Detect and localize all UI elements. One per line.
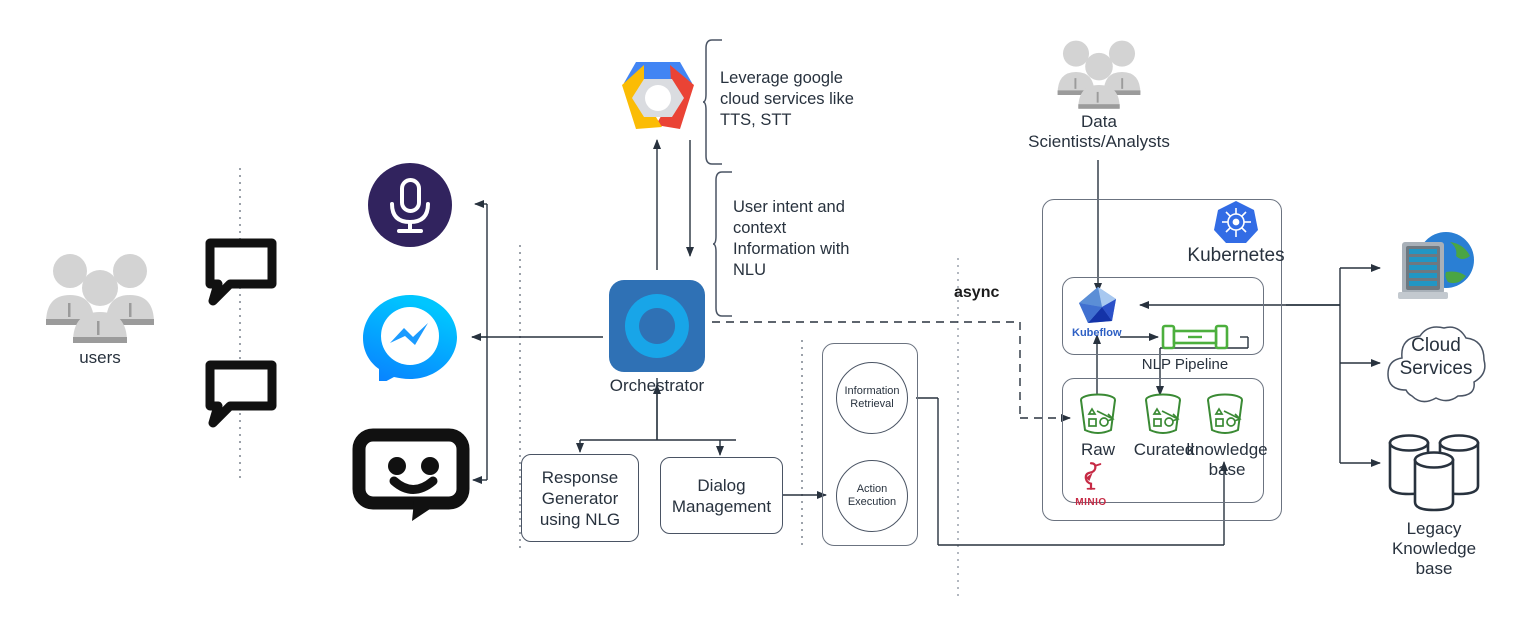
- cloud-services-label: Cloud Services: [1399, 335, 1473, 379]
- database-cylinders-icon: [1388, 434, 1480, 512]
- users-actor: [40, 245, 160, 345]
- channel-chatbot[interactable]: [352, 428, 472, 523]
- data-scientists-label: Data Scientists/Analysts: [1028, 112, 1170, 151]
- google-cloud-icon: [622, 62, 694, 129]
- nlp-pipeline-label: NLP Pipeline: [1141, 356, 1229, 373]
- minio-provider: MINIO: [1062, 460, 1120, 508]
- action-execution-node[interactable]: Action Execution: [836, 460, 908, 532]
- legacy-kb-node[interactable]: [1382, 428, 1487, 518]
- kubeflow-icon: [1079, 287, 1116, 323]
- microphone-icon: [368, 163, 452, 247]
- alexa-ring-icon: [609, 280, 705, 372]
- people-group-icon: [46, 254, 154, 343]
- speech-bubble-icon: [205, 360, 277, 428]
- async-label: async: [954, 284, 1000, 301]
- gcp-annotation-text: Leverage google cloud services like TTS,…: [720, 69, 854, 129]
- bucket-icon: [1207, 393, 1243, 434]
- nlu-annotation-text: User intent and context Information with…: [733, 198, 850, 279]
- bucket-icon: [1080, 393, 1116, 434]
- speech-bubble-top: [205, 238, 277, 306]
- users-label: users: [79, 348, 121, 367]
- bucket-raw-label: Raw: [1080, 440, 1115, 459]
- kubeflow-node[interactable]: [1076, 285, 1120, 327]
- channel-messenger[interactable]: [358, 293, 463, 385]
- data-scientists-actor: [1053, 32, 1145, 112]
- pipeline-node-icon-wrap: [1160, 323, 1240, 351]
- kubernetes-icon: [1214, 201, 1258, 243]
- orchestrator-label: Orchestrator: [609, 376, 705, 395]
- speech-bubble-icon: [205, 238, 277, 306]
- kubeflow-label: Kubeflow: [1072, 327, 1122, 339]
- legacy-kb-label: Legacy Knowledge base: [1391, 519, 1477, 578]
- response-generator-box[interactable]: Response Generator using NLG: [521, 454, 639, 542]
- bucket-icon: [1145, 393, 1181, 434]
- bucket-curated[interactable]: [1140, 392, 1186, 438]
- dialog-management-box[interactable]: Dialog Management: [660, 457, 783, 534]
- minio-flamingo-icon: [1084, 462, 1102, 490]
- minio-label: MINIO: [1075, 497, 1107, 508]
- speech-bubble-bottom: [205, 360, 277, 428]
- kubernetes-label: Kubernetes: [1187, 245, 1285, 266]
- bucket-knowledge-base[interactable]: [1202, 392, 1248, 438]
- bucket-knowledge-base-label: knowledge base: [1186, 440, 1268, 479]
- facebook-messenger-icon: [363, 295, 457, 385]
- architecture-diagram: users Leverage google cloud services lik…: [0, 0, 1528, 640]
- web-server-globe-icon: [1398, 232, 1474, 299]
- channel-voice[interactable]: [358, 163, 463, 248]
- information-retrieval-node[interactable]: Information Retrieval: [836, 362, 908, 434]
- web-server-node[interactable]: [1384, 228, 1484, 308]
- orchestrator-node[interactable]: [607, 278, 707, 374]
- nlu-annotation-bracket: [712, 171, 732, 317]
- kubernetes-logo: [1214, 200, 1258, 244]
- chat-bot-face-icon: [352, 428, 470, 521]
- bucket-raw[interactable]: [1075, 392, 1121, 438]
- people-group-icon: [1057, 40, 1141, 109]
- pipeline-node-icon: [1161, 324, 1229, 350]
- google-cloud-service[interactable]: [612, 57, 704, 139]
